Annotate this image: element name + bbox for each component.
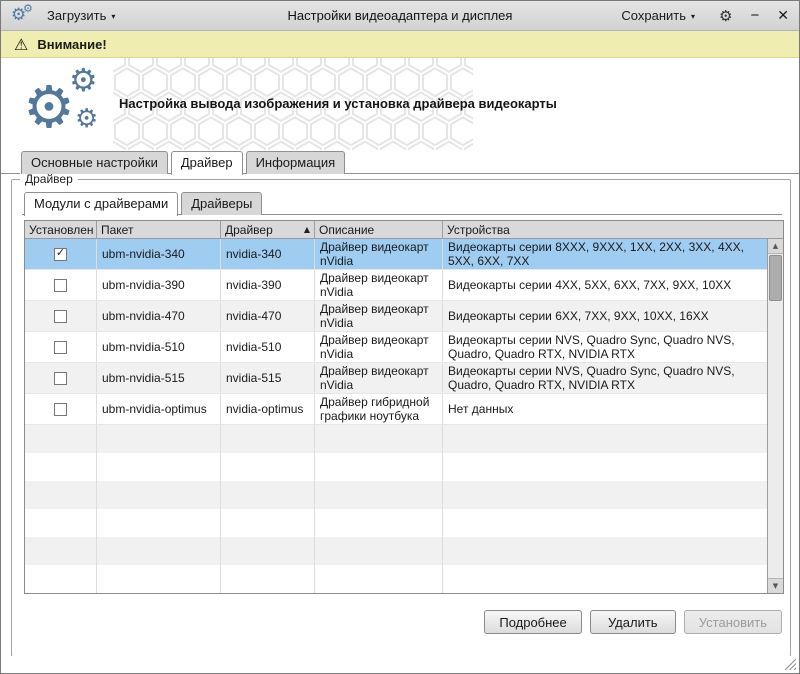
cell-package: ubm-nvidia-510	[97, 332, 221, 362]
page-subtitle: Настройка вывода изображения и установка…	[119, 96, 557, 111]
empty-row	[25, 481, 767, 509]
table-header: Установлен Пакет Драйвер ▲ Описание Устр…	[25, 221, 783, 239]
install-button[interactable]: Установить	[684, 610, 782, 634]
cell-devices: Видеокарты серии NVS, Quadro Sync, Quadr…	[443, 332, 767, 362]
cell-description: Драйвер видеокарт nVidia	[315, 301, 443, 331]
table-row[interactable]: ✓ ubm-nvidia-340 nvidia-340 Драйвер виде…	[25, 239, 767, 270]
cell-description: Драйвер видеокарт nVidia	[315, 239, 443, 269]
driver-groupbox: Драйвер Модули с драйверами Драйверы Уст…	[11, 179, 791, 657]
column-header-installed[interactable]: Установлен	[25, 221, 97, 238]
close-button[interactable]: ✕	[777, 9, 789, 23]
installed-checkbox[interactable]	[54, 403, 67, 416]
tab-main-settings[interactable]: Основные настройки	[21, 151, 168, 174]
app-logo-gears-icon: ⚙ ⚙	[11, 5, 35, 27]
settings-gear-icon[interactable]: ⚙	[719, 7, 732, 25]
cell-driver: nvidia-optimus	[221, 394, 315, 424]
tab-information[interactable]: Информация	[246, 151, 346, 174]
cell-description: Драйвер видеокарт nVidia	[315, 270, 443, 300]
chevron-down-icon: ▾	[111, 12, 115, 21]
scrollbar-thumb[interactable]	[769, 255, 782, 301]
installed-checkbox[interactable]	[54, 341, 67, 354]
cell-driver: nvidia-515	[221, 363, 315, 393]
installed-checkbox[interactable]	[54, 279, 67, 292]
empty-row	[25, 453, 767, 481]
warning-text: Внимание!	[37, 37, 106, 52]
cell-devices: Видеокарты серии 8XXX, 9XXX, 1XX, 2XX, 3…	[443, 239, 767, 269]
warning-icon: ⚠	[14, 35, 28, 54]
table-row[interactable]: ubm-nvidia-optimus nvidia-optimus Драйве…	[25, 394, 767, 425]
cell-devices: Видеокарты серии 6XX, 7XX, 9XX, 10XX, 16…	[443, 301, 767, 331]
cell-package: ubm-nvidia-optimus	[97, 394, 221, 424]
table-row[interactable]: ubm-nvidia-470 nvidia-470 Драйвер видеок…	[25, 301, 767, 332]
cell-package: ubm-nvidia-470	[97, 301, 221, 331]
details-button[interactable]: Подробнее	[484, 610, 581, 634]
column-header-devices[interactable]: Устройства	[443, 221, 783, 238]
groupbox-label: Драйвер	[20, 172, 78, 186]
installed-checkbox[interactable]	[54, 372, 67, 385]
load-button[interactable]: Загрузить ▾	[41, 5, 121, 26]
action-buttons: Подробнее Удалить Установить	[484, 610, 782, 634]
titlebar: ⚙ ⚙ Загрузить ▾ Настройки видеоадаптера …	[1, 1, 799, 31]
main-tabstrip: Основные настройки Драйвер Информация	[1, 150, 799, 174]
statusbar	[1, 656, 799, 673]
check-icon: ✓	[56, 248, 65, 259]
installed-checkbox[interactable]: ✓	[54, 248, 67, 261]
warning-banner: ⚠ Внимание!	[1, 31, 799, 58]
table-row[interactable]: ubm-nvidia-510 nvidia-510 Драйвер видеок…	[25, 332, 767, 363]
column-header-description[interactable]: Описание	[315, 221, 443, 238]
tab-drivers[interactable]: Драйверы	[181, 192, 262, 215]
table-row[interactable]: ubm-nvidia-515 nvidia-515 Драйвер видеок…	[25, 363, 767, 394]
empty-row	[25, 425, 767, 453]
vertical-scrollbar[interactable]: ▲ ▼	[767, 239, 783, 593]
remove-button[interactable]: Удалить	[590, 610, 676, 634]
cell-devices: Видеокарты серии NVS, Quadro Sync, Quadr…	[443, 363, 767, 393]
empty-row	[25, 565, 767, 593]
save-button[interactable]: Сохранить ▾	[615, 5, 701, 26]
scroll-up-button[interactable]: ▲	[768, 239, 783, 254]
cell-package: ubm-nvidia-390	[97, 270, 221, 300]
gear-icon: ⚙	[69, 64, 98, 96]
driver-modules-table: Установлен Пакет Драйвер ▲ Описание Устр…	[24, 220, 784, 594]
gear-icon: ⚙	[23, 3, 33, 14]
empty-row	[25, 509, 767, 537]
cell-devices: Нет данных	[443, 394, 767, 424]
chevron-down-icon: ▾	[691, 12, 695, 21]
cell-package: ubm-nvidia-340	[97, 239, 221, 269]
sort-asc-icon: ▲	[298, 225, 310, 234]
driver-tabstrip: Модули с драйверами Драйверы	[22, 192, 782, 215]
save-button-label: Сохранить	[621, 8, 686, 23]
app-window: ⚙ ⚙ Загрузить ▾ Настройки видеоадаптера …	[0, 0, 800, 674]
installed-checkbox[interactable]	[54, 310, 67, 323]
gear-icon: ⚙	[23, 78, 75, 136]
table-body: ✓ ubm-nvidia-340 nvidia-340 Драйвер виде…	[25, 239, 783, 593]
gear-icon: ⚙	[75, 106, 98, 132]
table-row[interactable]: ubm-nvidia-390 nvidia-390 Драйвер видеок…	[25, 270, 767, 301]
cell-description: Драйвер видеокарт nVidia	[315, 332, 443, 362]
empty-row	[25, 537, 767, 565]
resize-grip[interactable]	[784, 658, 796, 670]
cell-description: Драйвер гибридной графики ноутбука	[315, 394, 443, 424]
cell-driver: nvidia-470	[221, 301, 315, 331]
minimize-button[interactable]: −	[751, 8, 760, 23]
cell-description: Драйвер видеокарт nVidia	[315, 363, 443, 393]
load-button-label: Загрузить	[47, 8, 106, 23]
cell-devices: Видеокарты серии 4XX, 5XX, 6XX, 7XX, 9XX…	[443, 270, 767, 300]
cell-driver: nvidia-390	[221, 270, 315, 300]
column-header-driver[interactable]: Драйвер ▲	[221, 221, 315, 238]
gears-app-icon: ⚙ ⚙ ⚙	[23, 66, 113, 148]
cell-driver: nvidia-510	[221, 332, 315, 362]
cell-package: ubm-nvidia-515	[97, 363, 221, 393]
cell-driver: nvidia-340	[221, 239, 315, 269]
column-header-package[interactable]: Пакет	[97, 221, 221, 238]
tab-driver[interactable]: Драйвер	[171, 151, 243, 175]
scroll-down-button[interactable]: ▼	[768, 578, 783, 593]
tab-driver-modules[interactable]: Модули с драйверами	[24, 192, 178, 216]
page-header: ⚙ ⚙ ⚙ Настройка вывода изображения и уст…	[1, 58, 799, 150]
